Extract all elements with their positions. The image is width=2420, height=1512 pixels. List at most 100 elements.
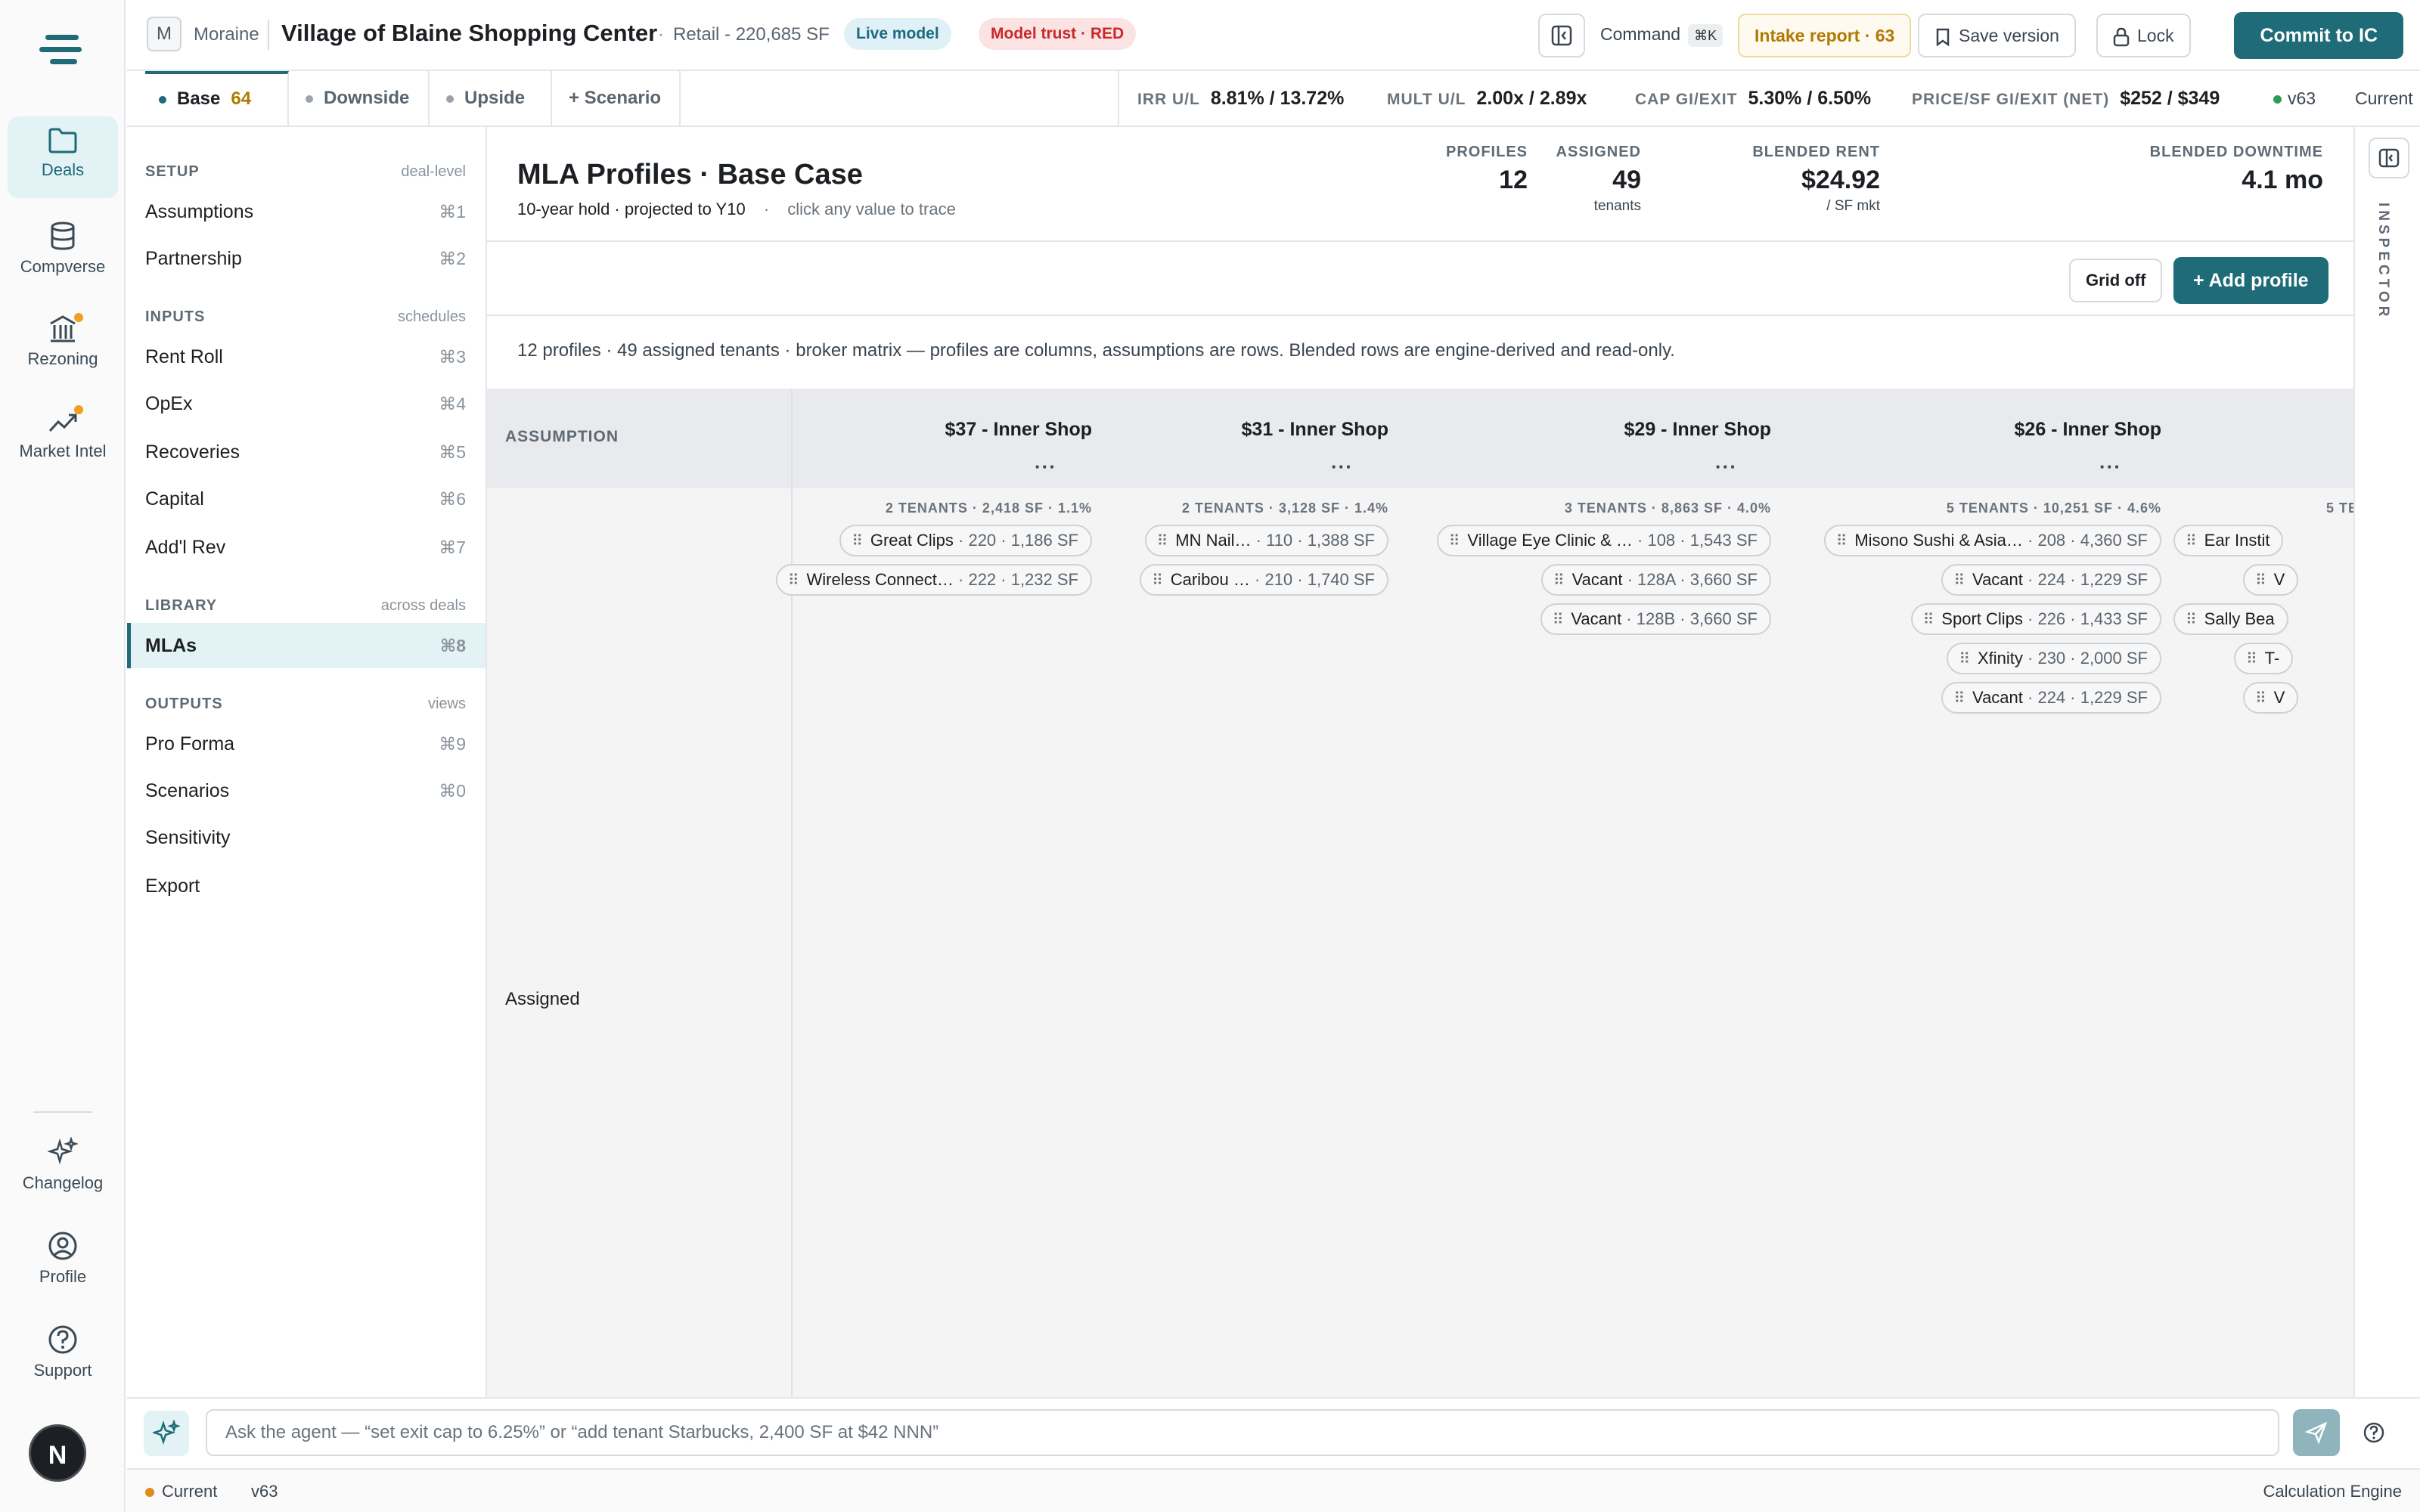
commit-to-ic-button[interactable]: Commit to IC	[2234, 12, 2403, 59]
drag-handle-icon[interactable]: ⠿	[1553, 612, 1564, 628]
inspector-label[interactable]: INSPECTOR	[2375, 203, 2391, 321]
drag-handle-icon[interactable]: ⠿	[1553, 572, 1565, 589]
profile-name[interactable]: $37 - Inner Shop	[945, 419, 1092, 441]
kpi-blended-downtime[interactable]: BLENDED DOWNTIME 4.1 mo	[2150, 144, 2323, 195]
tenant-chip[interactable]: ⠿ Ear Instit	[2173, 525, 2284, 556]
nav-item-rent-roll[interactable]: Rent Roll ⌘3	[127, 334, 486, 380]
save-version-button[interactable]: Save version	[1918, 14, 2076, 57]
rail-divider	[33, 1111, 92, 1113]
rail-item-deals[interactable]: Deals	[8, 116, 118, 198]
nav-item-sensitivity[interactable]: Sensitivity	[127, 815, 486, 860]
live-model-badge: Live model	[844, 18, 951, 50]
rail-item-changelog[interactable]: Changelog	[8, 1126, 118, 1208]
grid-toggle-button[interactable]: Grid off	[2069, 259, 2163, 302]
page-subtitle: 10-year hold · projected to Y10 · click …	[517, 200, 956, 219]
drag-handle-icon[interactable]: ⠿	[1959, 651, 1970, 668]
command-palette-trigger[interactable]: Command ⌘K	[1600, 24, 1723, 47]
org-name[interactable]: Moraine	[194, 24, 259, 45]
tenant-chip[interactable]: ⠿ Caribou … · 210 · 1,740 SF	[1140, 564, 1388, 596]
profile-name[interactable]: $29 - Inner Shop	[1624, 419, 1771, 441]
toggle-inspector-button[interactable]	[2369, 138, 2409, 178]
drag-handle-icon[interactable]: ⠿	[2255, 690, 2266, 707]
tenant-chip[interactable]: ⠿ Vacant · 128B · 3,660 SF	[1540, 603, 1771, 635]
drag-handle-icon[interactable]: ⠿	[1953, 690, 1965, 707]
nav-item-addl-rev[interactable]: Add'l Rev ⌘7	[127, 525, 486, 570]
tenant-chip[interactable]: ⠿ Xfinity · 230 · 2,000 SF	[1947, 643, 2161, 674]
rail-item-compverse[interactable]: Compverse	[8, 210, 118, 292]
more-options-icon[interactable]: ···	[1331, 455, 1353, 479]
drag-handle-icon[interactable]: ⠿	[852, 533, 863, 550]
scenario-bar: Base 64 Downside Upside + Scenario IRR U/…	[127, 71, 2420, 127]
tenant-chip[interactable]: ⠿ Sport Clips · 226 · 1,433 SF	[1910, 603, 2161, 635]
drag-handle-icon[interactable]: ⠿	[1953, 572, 1965, 589]
agent-button[interactable]	[144, 1411, 189, 1456]
nav-item-scenarios[interactable]: Scenarios ⌘0	[127, 768, 486, 813]
tenant-chip[interactable]: ⠿ Vacant · 128A · 3,660 SF	[1540, 564, 1771, 596]
kpi-profiles[interactable]: PROFILES 12	[1446, 144, 1528, 195]
add-scenario-button[interactable]: + Scenario	[552, 71, 681, 125]
drag-handle-icon[interactable]: ⠿	[2246, 651, 2257, 668]
tab-scenario-upside[interactable]: Upside	[430, 71, 552, 125]
more-options-icon[interactable]: ···	[2099, 455, 2121, 479]
nav-item-recoveries[interactable]: Recoveries ⌘5	[127, 429, 486, 475]
collapse-panel-button[interactable]	[1538, 14, 1585, 57]
drag-handle-icon[interactable]: ⠿	[1157, 533, 1168, 550]
tenant-chip[interactable]: ⠿ Great Clips · 220 · 1,186 SF	[839, 525, 1092, 556]
calculation-engine-link[interactable]: Calculation Engine	[2263, 1482, 2402, 1501]
drag-handle-icon[interactable]: ⠿	[1923, 612, 1934, 628]
add-profile-button[interactable]: + Add profile	[2173, 257, 2328, 304]
rail-item-rezoning[interactable]: Rezoning	[8, 304, 118, 386]
org-initial-badge[interactable]: M	[147, 17, 182, 51]
nav-item-assumptions[interactable]: Assumptions ⌘1	[127, 189, 486, 234]
tenant-chip[interactable]: ⠿ Vacant · 224 · 1,229 SF	[1941, 564, 2161, 596]
drag-handle-icon[interactable]: ⠿	[2186, 533, 2197, 550]
help-circle-icon[interactable]	[2363, 1421, 2385, 1444]
nav-item-capital[interactable]: Capital ⌘6	[127, 476, 486, 522]
kpi-blended-rent[interactable]: BLENDED RENT $24.92 / SF mkt	[1752, 144, 1880, 215]
nav-item-pro-forma[interactable]: Pro Forma ⌘9	[127, 721, 486, 767]
tenant-chip[interactable]: ⠿ Misono Sushi & Asia… · 208 · 4,360 SF	[1823, 525, 2161, 556]
help-circle-icon	[48, 1325, 77, 1354]
tenant-chip[interactable]: ⠿ MN Nail… · 110 · 1,388 SF	[1144, 525, 1388, 556]
rail-item-market-intel[interactable]: Market Intel	[8, 398, 118, 479]
version-indicator[interactable]: v63	[2273, 71, 2316, 125]
nav-item-opex[interactable]: OpEx ⌘4	[127, 381, 486, 426]
model-trust-badge[interactable]: Model trust · RED	[979, 18, 1137, 50]
kpi-assigned[interactable]: ASSIGNED 49 tenants	[1556, 144, 1641, 215]
metric-price-sf[interactable]: PRICE/SF GI/EXIT (NET) $252 / $349	[1912, 71, 2220, 125]
drag-handle-icon[interactable]: ⠿	[2255, 572, 2266, 589]
more-options-icon[interactable]: ···	[1035, 455, 1056, 479]
drag-handle-icon[interactable]: ⠿	[1836, 533, 1848, 550]
tenant-chip[interactable]: ⠿ V	[2243, 564, 2299, 596]
drag-handle-icon[interactable]: ⠿	[1449, 533, 1460, 550]
profile-name[interactable]: $26 - Inner Shop	[2015, 419, 2161, 441]
nav-item-partnership[interactable]: Partnership ⌘2	[127, 236, 486, 281]
rail-item-support[interactable]: Support	[8, 1314, 118, 1396]
drag-handle-icon[interactable]: ⠿	[2186, 612, 2197, 628]
send-button[interactable]	[2293, 1409, 2340, 1456]
agent-prompt-input[interactable]: Ask the agent — “set exit cap to 6.25%” …	[206, 1409, 2279, 1456]
nav-item-mlas[interactable]: MLAs ⌘8	[127, 623, 486, 668]
app-logo-icon[interactable]	[39, 35, 85, 68]
tenant-chip[interactable]: ⠿ Wireless Connect… · 222 · 1,232 SF	[775, 564, 1092, 596]
tenant-chip[interactable]: ⠿ Sally Bea	[2173, 603, 2288, 635]
more-options-icon[interactable]: ···	[1715, 455, 1737, 479]
tenant-chip[interactable]: ⠿ Vacant · 224 · 1,229 SF	[1941, 682, 2161, 714]
nav-item-export[interactable]: Export	[127, 863, 486, 909]
drag-handle-icon[interactable]: ⠿	[788, 572, 799, 589]
avatar[interactable]: N	[29, 1424, 86, 1482]
tab-scenario-downside[interactable]: Downside	[289, 71, 430, 125]
metric-cap[interactable]: CAP GI/EXIT 5.30% / 6.50%	[1635, 71, 1871, 125]
metric-multiple[interactable]: MULT U/L 2.00x / 2.89x	[1387, 71, 1587, 125]
profile-name[interactable]: $31 - Inner Shop	[1242, 419, 1388, 441]
folder-icon	[48, 128, 77, 153]
lock-button[interactable]: Lock	[2096, 14, 2191, 57]
drag-handle-icon[interactable]: ⠿	[1152, 572, 1163, 589]
tenant-chip[interactable]: ⠿ V	[2243, 682, 2299, 714]
rail-item-profile[interactable]: Profile	[8, 1220, 118, 1302]
tab-scenario-base[interactable]: Base 64	[145, 71, 289, 125]
intake-report-button[interactable]: Intake report · 63	[1738, 14, 1912, 57]
tenant-chip[interactable]: ⠿ T-	[2234, 643, 2294, 674]
metric-irr[interactable]: IRR U/L 8.81% / 13.72%	[1137, 71, 1344, 125]
tenant-chip[interactable]: ⠿ Village Eye Clinic & … · 108 · 1,543 SF	[1436, 525, 1771, 556]
